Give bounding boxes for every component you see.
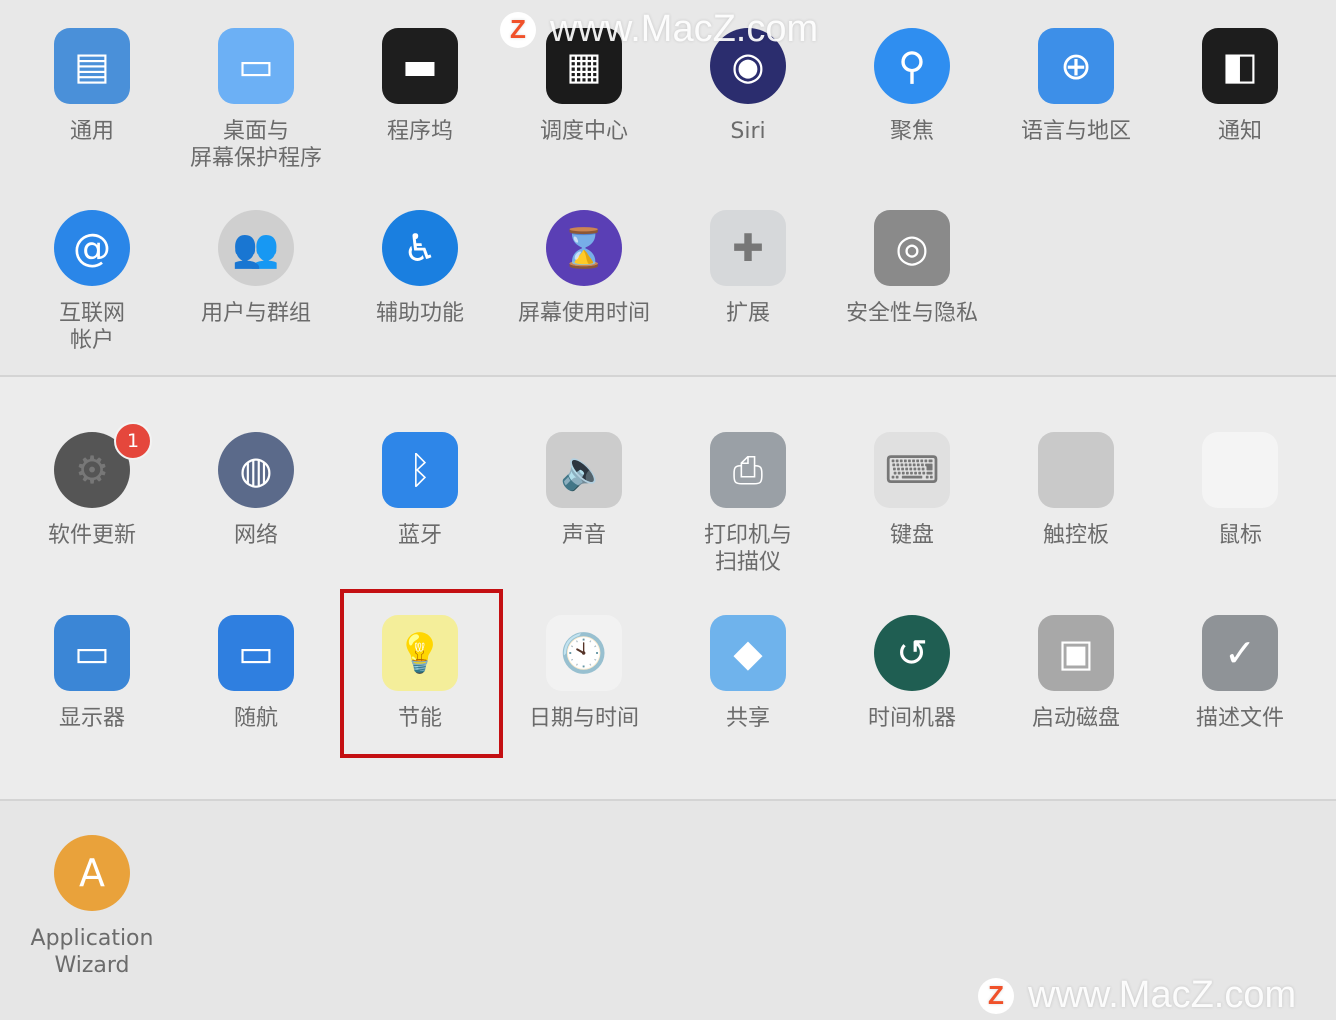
pref-item-displays[interactable]: ▭ 显示器 <box>12 615 172 732</box>
spotlight-icon: ⚲ <box>874 28 950 104</box>
pref-item-label: 通用 <box>69 119 114 144</box>
pref-item-label: 声音 <box>561 523 606 548</box>
pref-item-desktop-screensaver[interactable]: ▭ 桌面与 屏幕保护程序 <box>176 28 336 172</box>
printers-scanners-icon: ⎙ <box>710 432 786 508</box>
pref-item-label: 屏幕使用时间 <box>517 301 650 326</box>
pref-item-label: 随航 <box>233 706 278 731</box>
sound-icon: 🔈 <box>546 432 622 508</box>
dock-icon: ▬ <box>382 28 458 104</box>
pref-item-application-wizard[interactable]: A Application Wizard <box>12 835 172 979</box>
pref-item-mouse[interactable]: 鼠标 <box>1160 432 1320 549</box>
pref-item-profiles[interactable]: ✓ 描述文件 <box>1160 615 1320 732</box>
pref-item-dock[interactable]: ▬ 程序坞 <box>340 28 500 145</box>
trackpad-icon <box>1038 432 1114 508</box>
pref-item-label: 触控板 <box>1042 523 1109 548</box>
watermark-top: Z www.MacZ.com <box>500 8 818 51</box>
desktop-screensaver-icon: ▭ <box>218 28 294 104</box>
pref-item-label: 网络 <box>233 523 278 548</box>
pref-item-label: 蓝牙 <box>397 523 442 548</box>
pref-item-label: 日期与时间 <box>528 706 639 731</box>
pref-item-sharing[interactable]: ◆ 共享 <box>668 615 828 732</box>
bluetooth-icon: ᛒ <box>382 432 458 508</box>
pref-item-printers-scanners[interactable]: ⎙ 打印机与 扫描仪 <box>668 432 828 576</box>
pref-item-label: 鼠标 <box>1217 523 1262 548</box>
application-wizard-icon: A <box>54 835 130 911</box>
pref-item-general[interactable]: ▤ 通用 <box>12 28 172 145</box>
pref-item-software-update[interactable]: ⚙ 1 软件更新 <box>12 422 172 549</box>
date-time-icon: 🕙 <box>546 615 622 691</box>
pref-item-label: 扩展 <box>725 301 770 326</box>
pref-item-label: 打印机与 扫描仪 <box>703 523 792 575</box>
watermark-text: www.MacZ.com <box>1028 974 1297 1016</box>
pref-item-screen-time[interactable]: ⌛ 屏幕使用时间 <box>504 210 664 327</box>
general-icon: ▤ <box>54 28 130 104</box>
displays-icon: ▭ <box>54 615 130 691</box>
pref-item-label: 描述文件 <box>1195 706 1284 731</box>
startup-disk-icon: ▣ <box>1038 615 1114 691</box>
pref-item-label: 调度中心 <box>539 119 628 144</box>
software-update-icon: ⚙ 1 <box>54 422 152 508</box>
watermark-logo: Z <box>978 977 1014 1014</box>
pref-item-bluetooth[interactable]: ᛒ 蓝牙 <box>340 432 500 549</box>
pref-item-spotlight[interactable]: ⚲ 聚焦 <box>832 28 992 145</box>
pref-item-network[interactable]: ◍ 网络 <box>176 432 336 549</box>
pref-item-security-privacy[interactable]: ◎ 安全性与隐私 <box>832 210 992 327</box>
pref-item-sidecar[interactable]: ▭ 随航 <box>176 615 336 732</box>
pref-item-label: Application Wizard <box>30 926 154 978</box>
pref-item-users-groups[interactable]: 👥 用户与群组 <box>176 210 336 327</box>
pref-item-label: 安全性与隐私 <box>845 301 978 326</box>
pref-item-label: Siri <box>730 119 766 144</box>
pref-item-label: 启动磁盘 <box>1031 706 1120 731</box>
pref-item-label: 程序坞 <box>386 119 453 144</box>
sharing-icon: ◆ <box>710 615 786 691</box>
internet-accounts-icon: @ <box>54 210 130 286</box>
pref-item-startup-disk[interactable]: ▣ 启动磁盘 <box>996 615 1156 732</box>
pref-item-label: 通知 <box>1217 119 1262 144</box>
pref-item-label: 显示器 <box>58 706 125 731</box>
screen-time-icon: ⌛ <box>546 210 622 286</box>
keyboard-icon: ⌨ <box>874 432 950 508</box>
pref-item-label: 共享 <box>725 706 770 731</box>
pref-item-extensions[interactable]: ✚ 扩展 <box>668 210 828 327</box>
notifications-icon: ◧ <box>1202 28 1278 104</box>
pref-item-label: 桌面与 屏幕保护程序 <box>189 119 322 171</box>
mouse-icon <box>1202 432 1278 508</box>
pref-item-label: 键盘 <box>889 523 934 548</box>
pref-item-keyboard[interactable]: ⌨ 键盘 <box>832 432 992 549</box>
watermark-bottom: Z www.MacZ.com <box>978 974 1296 1017</box>
pref-item-internet-accounts[interactable]: @ 互联网 帐户 <box>12 210 172 354</box>
highlight-box <box>340 589 503 758</box>
pref-item-label: 聚焦 <box>889 119 934 144</box>
pref-item-date-time[interactable]: 🕙 日期与时间 <box>504 615 664 732</box>
pref-item-notifications[interactable]: ◧ 通知 <box>1160 28 1320 145</box>
pref-item-time-machine[interactable]: ↺ 时间机器 <box>832 615 992 732</box>
network-icon: ◍ <box>218 432 294 508</box>
watermark-logo: Z <box>500 11 536 48</box>
security-privacy-icon: ◎ <box>874 210 950 286</box>
pref-item-label: 用户与群组 <box>200 301 311 326</box>
language-region-icon: ⊕ <box>1038 28 1114 104</box>
pref-item-label: 互联网 帐户 <box>58 301 125 353</box>
pref-item-sound[interactable]: 🔈 声音 <box>504 432 664 549</box>
profiles-icon: ✓ <box>1202 615 1278 691</box>
pref-item-accessibility[interactable]: ♿ 辅助功能 <box>340 210 500 327</box>
pref-item-label: 软件更新 <box>47 523 136 548</box>
time-machine-icon: ↺ <box>874 615 950 691</box>
update-count-badge: 1 <box>114 422 152 460</box>
pref-item-language-region[interactable]: ⊕ 语言与地区 <box>996 28 1156 145</box>
pref-item-label: 语言与地区 <box>1020 119 1131 144</box>
watermark-text: www.MacZ.com <box>550 8 819 50</box>
pref-item-label: 时间机器 <box>867 706 956 731</box>
users-groups-icon: 👥 <box>218 210 294 286</box>
extensions-icon: ✚ <box>710 210 786 286</box>
pref-item-trackpad[interactable]: 触控板 <box>996 432 1156 549</box>
pref-item-label: 辅助功能 <box>375 301 464 326</box>
sidecar-icon: ▭ <box>218 615 294 691</box>
accessibility-icon: ♿ <box>382 210 458 286</box>
